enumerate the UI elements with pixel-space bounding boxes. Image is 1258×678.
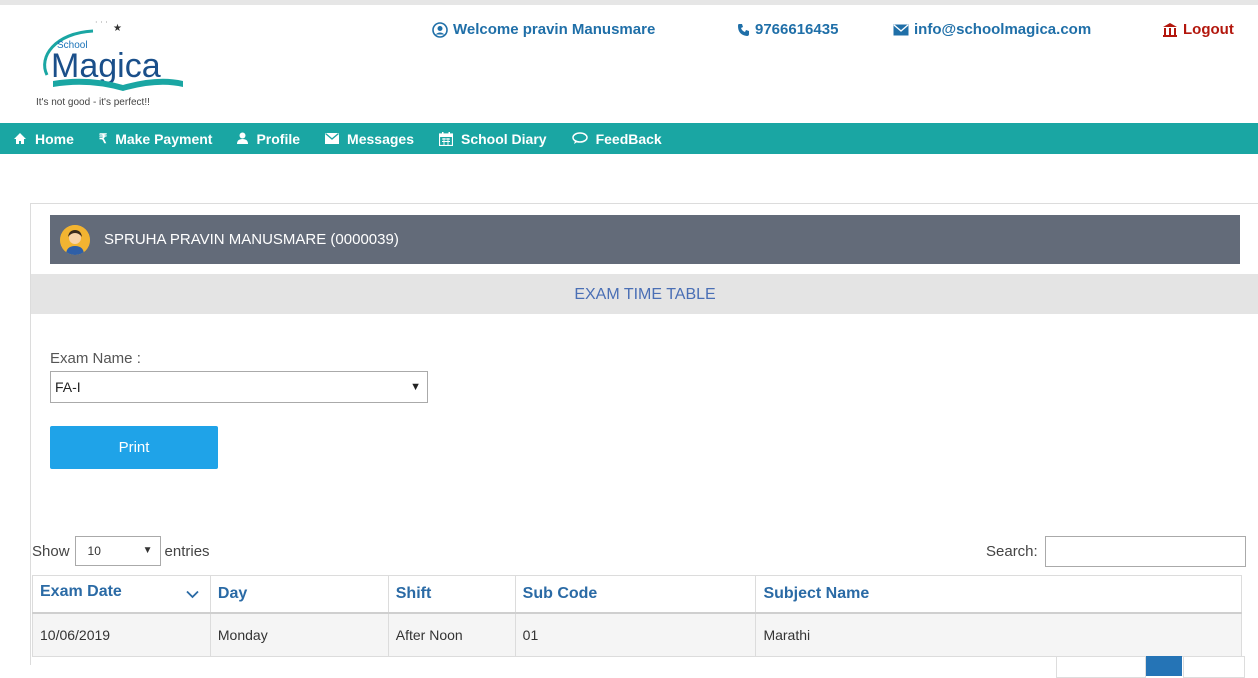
cell-day: Monday: [209, 612, 389, 657]
logout-label: Logout: [1183, 21, 1234, 38]
column-header-subject-name[interactable]: Subject Name: [755, 575, 1242, 614]
chat-icon: [571, 132, 588, 145]
welcome-text: Welcome pravin Manusmare: [453, 21, 656, 38]
column-header-label: Subject Name: [763, 584, 870, 602]
user-icon: [237, 132, 249, 145]
page-header: · · · ★ School Magica It's not good - it…: [0, 5, 1258, 123]
bank-icon: [1163, 22, 1177, 37]
exam-name-label: Exam Name :: [50, 350, 141, 367]
cell-exam-date: 10/06/2019: [32, 612, 211, 657]
column-header-shift[interactable]: Shift: [387, 575, 516, 614]
column-header-label: Shift: [395, 584, 432, 602]
table-row: 10/06/2019 Monday After Noon 01 Marathi: [32, 612, 1242, 657]
nav-school-diary-label: School Diary: [460, 130, 547, 147]
search-label: Search:: [986, 543, 1038, 560]
nav-make-payment[interactable]: ₹ Make Payment: [99, 131, 213, 147]
user-circle-icon: [432, 21, 448, 38]
entries-length-control: Show 10 ▼ entries: [32, 536, 210, 566]
entries-value: 10: [87, 544, 101, 558]
dropdown-arrow-icon: ▼: [142, 545, 153, 556]
student-bar: SPRUHA PRAVIN MANUSMARE (0000039): [50, 215, 1240, 264]
svg-text:· · ·: · · ·: [95, 18, 108, 27]
exam-name-select[interactable]: FA-I ▼: [50, 371, 428, 403]
search-input[interactable]: [1044, 536, 1246, 567]
pagination-next[interactable]: [1183, 656, 1245, 678]
cell-sub-code: 01: [514, 612, 757, 657]
column-header-exam-date[interactable]: Exam Date: [32, 575, 211, 614]
phone-icon: [738, 23, 749, 36]
phone-link[interactable]: 9766616435: [737, 21, 838, 38]
nav-profile[interactable]: Profile: [237, 131, 300, 147]
nav-home[interactable]: Home: [13, 131, 74, 147]
nav-feedback-label: FeedBack: [595, 130, 662, 147]
pagination-previous[interactable]: [1056, 656, 1146, 678]
nav-home-label: Home: [35, 130, 74, 147]
nav-make-payment-label: Make Payment: [115, 130, 213, 147]
exam-timetable-table: Exam Date Day Shift Sub Code Subject Nam…: [32, 575, 1242, 657]
email-address: info@schoolmagica.com: [914, 21, 1092, 38]
nav-messages[interactable]: Messages: [325, 131, 414, 147]
envelope-icon: [325, 133, 340, 144]
exam-name-value: FA-I: [55, 379, 81, 395]
envelope-icon: [893, 23, 909, 35]
column-header-sub-code[interactable]: Sub Code: [514, 575, 757, 614]
nav-school-diary[interactable]: School Diary: [438, 130, 547, 147]
cell-shift: After Noon: [387, 612, 516, 657]
sort-chevron-down-icon: [186, 586, 199, 604]
show-label: Show: [32, 542, 70, 560]
email-link[interactable]: info@schoolmagica.com: [893, 21, 1091, 38]
nav-messages-label: Messages: [347, 130, 414, 147]
svg-text:★: ★: [113, 23, 122, 34]
print-button[interactable]: Print: [50, 426, 218, 469]
rupee-icon: ₹: [98, 130, 108, 146]
column-header-label: Day: [217, 584, 248, 602]
column-header-label: Sub Code: [522, 584, 598, 602]
pagination-page-current[interactable]: [1146, 656, 1182, 676]
calendar-icon: [438, 131, 453, 146]
section-title: EXAM TIME TABLE: [31, 274, 1258, 314]
entries-label: entries: [164, 542, 210, 560]
cell-subject-name: Marathi: [755, 612, 1242, 657]
phone-number: 9766616435: [755, 21, 839, 38]
nav-feedback[interactable]: FeedBack: [571, 130, 662, 147]
student-name: SPRUHA PRAVIN MANUSMARE (0000039): [104, 231, 399, 248]
dropdown-arrow-icon: ▼: [410, 381, 421, 393]
avatar: [60, 224, 90, 255]
home-icon: [13, 132, 27, 145]
tagline: It's not good - it's perfect!!: [36, 97, 150, 108]
table-search: Search:: [986, 536, 1246, 567]
column-header-label: Exam Date: [40, 583, 122, 601]
entries-select[interactable]: 10 ▼: [74, 536, 161, 566]
column-header-day[interactable]: Day: [209, 575, 389, 614]
logout-link[interactable]: Logout: [1162, 21, 1234, 38]
welcome-link[interactable]: Welcome pravin Manusmare: [432, 21, 655, 38]
nav-profile-label: Profile: [256, 130, 301, 147]
main-nav: Home ₹ Make Payment Profile Messages Sch…: [0, 123, 1258, 154]
table-header-row: Exam Date Day Shift Sub Code Subject Nam…: [32, 575, 1242, 614]
